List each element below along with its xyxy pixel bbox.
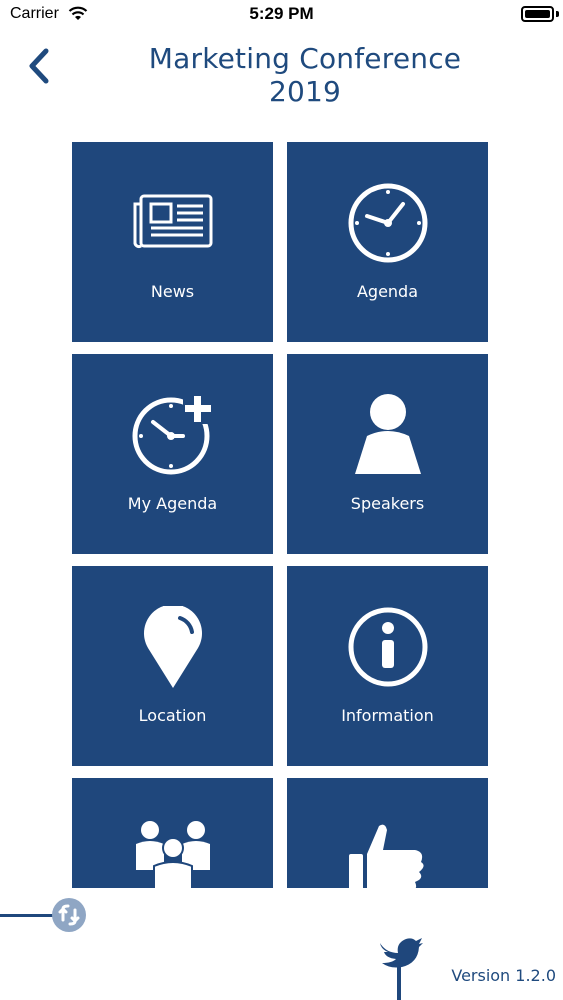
refresh-button[interactable] xyxy=(52,898,86,932)
clock-label: 5:29 PM xyxy=(249,4,314,23)
tile-information[interactable]: Information xyxy=(287,566,488,766)
tile-label: My Agenda xyxy=(127,494,218,513)
tile-news[interactable]: News xyxy=(72,142,273,342)
thumbs-up-icon xyxy=(348,824,424,888)
tile-feedback[interactable] xyxy=(287,778,488,888)
twitter-button[interactable] xyxy=(376,933,424,1000)
clock-icon xyxy=(348,183,427,263)
tile-my-agenda[interactable]: My Agenda xyxy=(72,354,273,554)
tile-agenda[interactable]: Agenda xyxy=(287,142,488,342)
info-icon xyxy=(348,607,427,687)
people-group-icon xyxy=(135,821,210,888)
refresh-icon xyxy=(58,904,80,926)
newspaper-icon xyxy=(133,194,212,249)
pull-indicator-line xyxy=(0,914,56,917)
map-pin-icon xyxy=(143,606,202,688)
battery-icon xyxy=(521,6,554,22)
chevron-left-icon xyxy=(29,48,49,84)
tile-location[interactable]: Location xyxy=(72,566,273,766)
page-title: Marketing Conference 2019 xyxy=(148,42,462,108)
tile-label: Information xyxy=(341,706,434,725)
battery-tip xyxy=(556,11,559,17)
clock-plus-icon xyxy=(132,394,213,475)
tile-attendees[interactable] xyxy=(72,778,273,888)
tile-label: News xyxy=(150,282,195,301)
person-icon xyxy=(354,394,421,474)
tile-speakers[interactable]: Speakers xyxy=(287,354,488,554)
back-button[interactable] xyxy=(22,45,58,87)
tile-label: Location xyxy=(138,706,207,725)
status-bar: Carrier 5:29 PM xyxy=(0,0,563,30)
menu-grid: News Agenda My Agenda Speakers Location … xyxy=(72,142,488,888)
twitter-bird-icon xyxy=(380,938,423,1000)
tile-label: Agenda xyxy=(356,282,419,301)
version-label: Version 1.2.0 xyxy=(451,966,556,985)
tile-label: Speakers xyxy=(350,494,425,513)
